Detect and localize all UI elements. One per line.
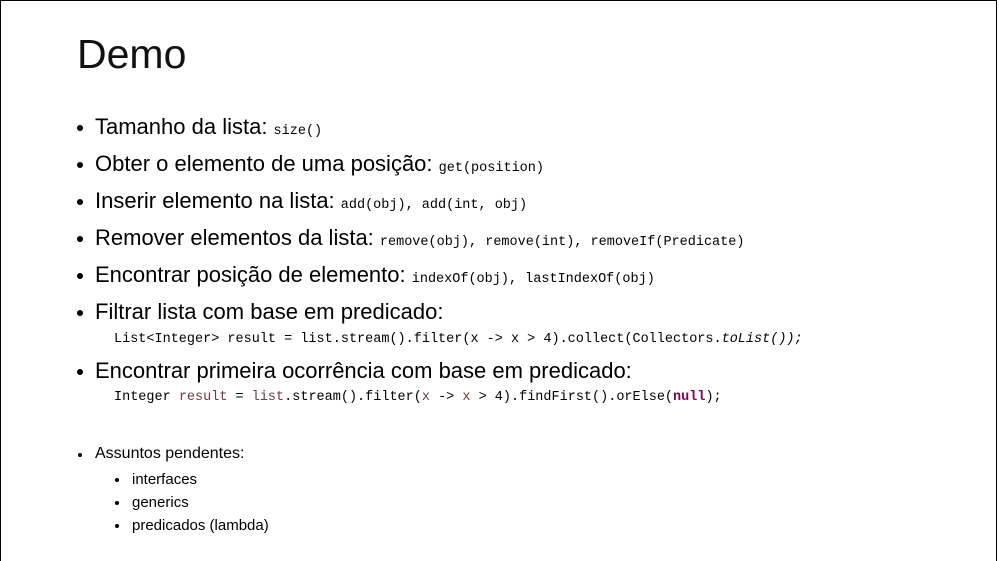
bullet-dot (77, 125, 83, 131)
bullet-dot (77, 236, 83, 242)
code-text: List<Integer> result = list.stream().fil… (114, 332, 722, 347)
code-text: Integer (114, 390, 179, 405)
bullet-code: indexOf(obj), lastIndexOf(obj) (411, 272, 655, 287)
slide-title: Demo (77, 31, 187, 77)
code-example-findfirst: Integer result = list.stream().filter(x … (114, 390, 722, 405)
code-variable: list (251, 390, 285, 405)
bullet-code: remove(obj), remove(int), removeIf(Predi… (379, 235, 745, 250)
bullet-item: Inserir elemento na lista: add(obj), add… (95, 188, 527, 214)
code-text-italic: toList()); (721, 332, 803, 347)
slide: Demo Tamanho da lista: size() Obter o el… (0, 0, 997, 561)
sub-bullet-dot (115, 501, 119, 505)
bullet-code: add(obj), add(int, obj) (340, 198, 528, 213)
bullet-code: size() (273, 124, 323, 139)
bullet-item: Tamanho da lista: size() (95, 114, 322, 140)
code-text: -> (429, 390, 463, 405)
code-text: ); (705, 390, 722, 405)
pending-item: predicados (lambda) (132, 517, 269, 534)
pending-item: interfaces (132, 471, 198, 488)
bullet-item: Remover elementos da lista: remove(obj),… (95, 225, 744, 251)
bullet-text: Obter o elemento de uma posição: (95, 151, 439, 176)
bullet-item: Obter o elemento de uma posição: get(pos… (95, 151, 544, 177)
bullet-item: Encontrar posição de elemento: indexOf(o… (95, 262, 655, 288)
code-variable: result (178, 390, 228, 405)
bullet-dot (77, 310, 83, 316)
bullet-dot (77, 199, 83, 205)
bullet-dot (77, 162, 83, 168)
bullet-item: Encontrar primeira ocorrência com base e… (95, 358, 632, 384)
bullet-text: Tamanho da lista: (95, 114, 274, 139)
sub-bullet-dot (115, 524, 119, 528)
bullet-text: Encontrar posição de elemento: (95, 262, 412, 287)
bullet-text: Remover elementos da lista: (95, 225, 380, 250)
bullet-dot (77, 273, 83, 279)
code-text: > 4).findFirst().orElse( (470, 390, 674, 405)
pending-item: generics (132, 494, 189, 511)
bullet-code: get(position) (438, 161, 544, 176)
code-text: = (227, 390, 252, 405)
sub-bullet-dot (115, 478, 119, 482)
bullet-text: Encontrar primeira ocorrência com base e… (95, 358, 632, 383)
bullet-dot (77, 369, 83, 375)
bullet-text: Inserir elemento na lista: (95, 188, 341, 213)
bullet-item: Filtrar lista com base em predicado: (95, 299, 443, 325)
code-variable: x (462, 390, 471, 405)
code-example-filter: List<Integer> result = list.stream().fil… (114, 332, 803, 347)
code-text: .stream().filter( (284, 390, 422, 405)
bullet-text: Filtrar lista com base em predicado: (95, 299, 444, 324)
code-keyword: null (673, 390, 706, 405)
bullet-dot (78, 453, 82, 457)
pending-label: Assuntos pendentes: (95, 445, 245, 462)
code-variable: x (421, 390, 430, 405)
